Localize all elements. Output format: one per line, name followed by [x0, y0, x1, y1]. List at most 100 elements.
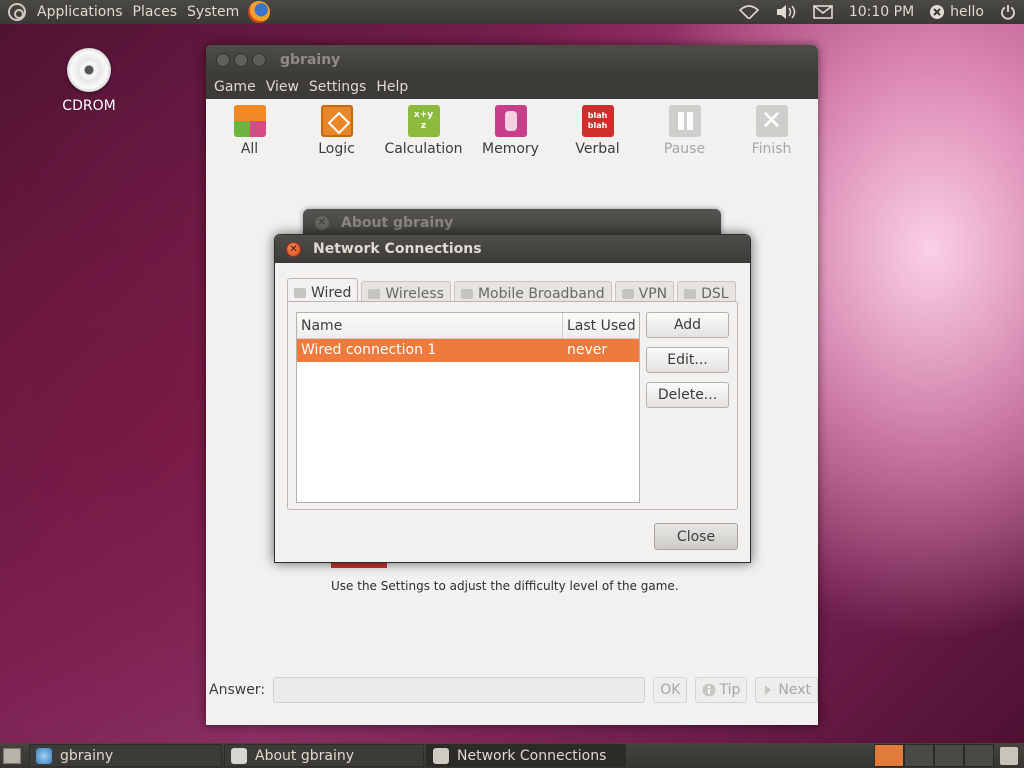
dialog-title: Network Connections [313, 241, 482, 257]
toolbar-memory-button[interactable]: Memory [467, 99, 554, 165]
toolbar-label: Pause [663, 141, 706, 157]
clock[interactable]: 10:10 PM [849, 4, 914, 20]
toolbar-label: Memory [482, 141, 539, 157]
next-label: Next [778, 682, 811, 698]
toolbar-pause-button[interactable]: Pause [641, 99, 728, 165]
user-name: hello [950, 4, 984, 20]
firefox-launcher-icon[interactable] [248, 1, 271, 23]
tab-label: DSL [701, 285, 729, 302]
tip-label: Tip [719, 682, 741, 698]
bottom-panel: gbrainy About gbrainy Network Connection… [0, 743, 1024, 768]
tip-button[interactable]: Tip [695, 677, 748, 703]
task-label: gbrainy [60, 747, 114, 764]
user-menu[interactable]: hello [930, 4, 984, 20]
finish-icon: ✕ [755, 105, 788, 137]
dsl-icon [684, 288, 697, 299]
mail-icon[interactable] [813, 5, 833, 19]
maximize-icon[interactable] [252, 53, 266, 67]
tab-label: Wired [311, 284, 352, 301]
add-button[interactable]: Add [646, 312, 729, 338]
calculation-icon: x+y z [407, 105, 440, 137]
toolbar-label: Logic [318, 141, 355, 157]
mobile-broadband-icon [460, 288, 473, 299]
column-header-last-used[interactable]: Last Used [563, 313, 639, 338]
logic-icon [320, 105, 353, 137]
workspace-1[interactable] [874, 744, 904, 767]
verbal-icon: blah blah [581, 105, 614, 137]
top-panel: Applications Places System 10:10 PM hell… [0, 0, 1024, 24]
connection-name: Wired connection 1 [301, 342, 437, 358]
workspace-switcher [874, 744, 994, 767]
toolbar-calculation-button[interactable]: x+y z Calculation [380, 99, 467, 165]
menu-help[interactable]: Help [371, 79, 413, 95]
toolbar-verbal-button[interactable]: blah blah Verbal [554, 99, 641, 165]
answer-input[interactable] [273, 677, 646, 703]
task-label: About gbrainy [255, 747, 354, 764]
answer-label: Answer: [209, 682, 266, 698]
about-titlebar[interactable]: ✕ About gbrainy [303, 209, 721, 237]
workspace-2[interactable] [904, 744, 934, 767]
volume-icon[interactable] [775, 4, 797, 20]
close-icon[interactable]: ✕ [286, 241, 301, 257]
about-icon [231, 747, 247, 764]
wired-icon [294, 287, 306, 298]
show-desktop-icon[interactable] [3, 747, 21, 764]
ok-button[interactable]: OK [653, 677, 688, 703]
toolbar-all-button[interactable]: All [206, 99, 293, 165]
vpn-lock-icon [621, 288, 634, 299]
close-button[interactable]: Close [654, 523, 738, 550]
trash-icon[interactable] [1000, 746, 1018, 765]
connections-list[interactable]: Name Last Used Wired connection 1 never [296, 312, 640, 503]
wired-tab-panel: Name Last Used Wired connection 1 never … [287, 301, 738, 510]
connection-actions: Add Edit... Delete... [646, 312, 729, 417]
delete-button[interactable]: Delete... [646, 382, 729, 408]
toolbar-finish-button[interactable]: ✕ Finish [728, 99, 815, 165]
ubuntu-logo-icon[interactable] [8, 3, 26, 21]
about-title: About gbrainy [341, 215, 454, 231]
task-label: Network Connections [457, 747, 607, 764]
network-icon [433, 747, 449, 764]
connection-last-used: never [567, 342, 608, 358]
next-button[interactable]: Next [755, 677, 818, 703]
workspace-3[interactable] [934, 744, 964, 767]
edit-button[interactable]: Edit... [646, 347, 729, 373]
list-header: Name Last Used [297, 313, 639, 339]
memory-icon [494, 105, 527, 137]
places-menu[interactable]: Places [128, 0, 183, 24]
toolbar-label: Finish [751, 141, 792, 157]
menu-view[interactable]: View [261, 79, 304, 95]
gbrainy-titlebar[interactable]: gbrainy [206, 45, 818, 75]
table-row[interactable]: Wired connection 1 never [297, 339, 639, 362]
taskbar-item-about-gbrainy[interactable]: About gbrainy [224, 744, 424, 767]
tab-label: VPN [638, 285, 668, 302]
workspace-4[interactable] [964, 744, 994, 767]
answer-row: Answer: OK Tip Next [206, 675, 818, 705]
applications-menu[interactable]: Applications [32, 0, 128, 24]
gbrainy-icon [36, 747, 52, 764]
column-header-name[interactable]: Name [297, 313, 563, 338]
window-title: gbrainy [280, 52, 341, 68]
toolbar-logic-button[interactable]: Logic [293, 99, 380, 165]
close-icon[interactable] [216, 53, 230, 67]
arrow-right-icon [765, 685, 772, 695]
minimize-icon[interactable] [234, 53, 248, 67]
network-titlebar[interactable]: ✕ Network Connections [275, 235, 750, 263]
system-menu[interactable]: System [182, 0, 244, 24]
taskbar-item-network-connections[interactable]: Network Connections [426, 744, 626, 767]
system-tray: 10:10 PM hello [731, 0, 1024, 24]
tab-label: Mobile Broadband [477, 285, 605, 302]
close-icon[interactable]: ✕ [315, 216, 329, 230]
network-connections-dialog: ✕ Network Connections Wired Wireless Mob… [274, 234, 751, 563]
menu-game[interactable]: Game [209, 79, 261, 95]
tab-label: Wireless [385, 285, 444, 302]
toolbar: All Logic x+y z Calculation Memory blah … [206, 99, 818, 165]
all-games-icon [233, 105, 266, 137]
menu-settings[interactable]: Settings [304, 79, 371, 95]
desktop-icon-cdrom[interactable]: CDROM [60, 48, 118, 114]
main-menu: Applications Places System [32, 0, 244, 24]
wireless-icon[interactable] [738, 5, 759, 19]
power-icon[interactable] [1000, 4, 1016, 20]
taskbar-item-gbrainy[interactable]: gbrainy [29, 744, 222, 767]
toolbar-label: Verbal [575, 141, 620, 157]
info-icon [702, 683, 716, 697]
